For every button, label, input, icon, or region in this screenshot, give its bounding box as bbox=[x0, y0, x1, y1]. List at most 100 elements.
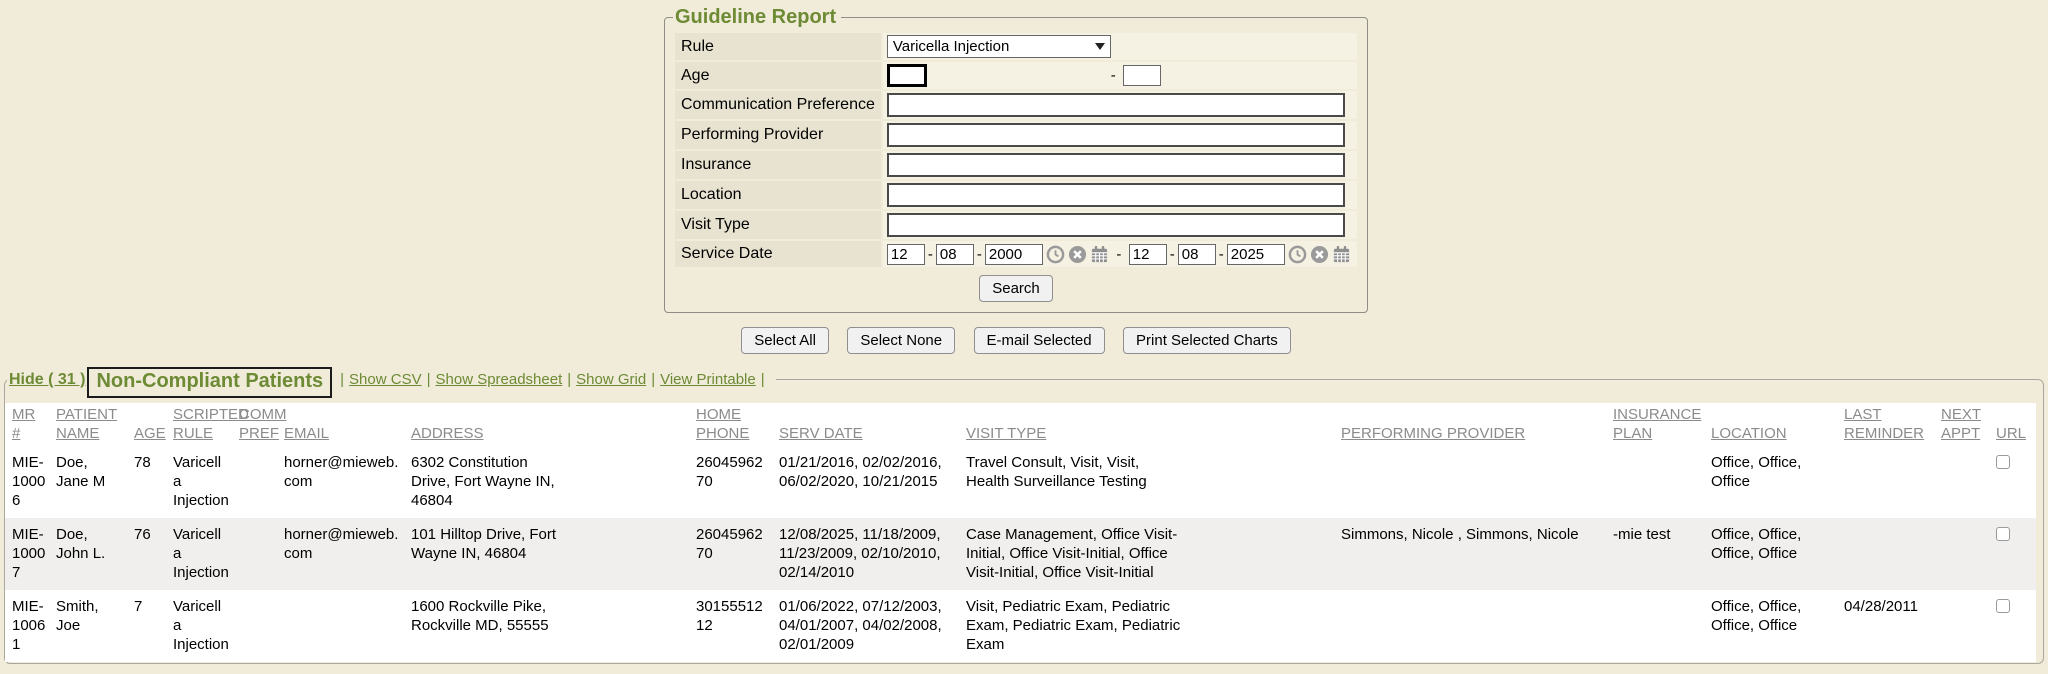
url-checkbox[interactable] bbox=[1996, 599, 2010, 613]
insurance-label: Insurance bbox=[675, 151, 881, 179]
cell-email: horner@mieweb.com bbox=[284, 525, 401, 563]
age-from-input[interactable] bbox=[887, 64, 927, 87]
col-header-name[interactable]: PATIENT NAME bbox=[56, 403, 134, 446]
cell-address: 1600 Rockville Pike, Rockville MD, 55555 bbox=[411, 597, 561, 635]
cell-mr: MIE-10006 bbox=[12, 453, 46, 510]
age-range-separator: - bbox=[1111, 67, 1116, 84]
guideline-report-section: Guideline Report Rule Varicella Injectio… bbox=[664, 6, 1368, 354]
service-date-to-year-input[interactable] bbox=[1227, 244, 1285, 265]
patients-table-body: MIE-10006 Doe, Jane M 78 Varicella Injectio… bbox=[5, 446, 2036, 662]
cell-visit_type: Travel Consult, Visit, Visit, Health Sur… bbox=[966, 453, 1181, 491]
visit-type-row: Visit Type bbox=[675, 211, 1357, 239]
communication-preference-row: Communication Preference bbox=[675, 91, 1357, 119]
service-date-from-month-input[interactable] bbox=[887, 244, 925, 265]
service-date-range-separator: - bbox=[1116, 246, 1121, 263]
cell-serv_date: 01/06/2022, 07/12/2003, 04/01/2007, 04/0… bbox=[779, 597, 956, 654]
patient-row-MIE-10061: MIE-10061Smith, Joe7Varicella Injection1… bbox=[5, 590, 2036, 662]
cell-visit_type: Case Management, Office Visit-Initial, O… bbox=[966, 525, 1181, 582]
col-header-rule[interactable]: SCRIPTED RULE bbox=[173, 403, 239, 446]
cell-age: 7 bbox=[134, 597, 163, 616]
col-header-mr[interactable]: MR # bbox=[5, 403, 56, 446]
cell-home_phone: 2604596270 bbox=[696, 525, 769, 563]
cell-visit_type: Visit, Pediatric Exam, Pediatric Exam, P… bbox=[966, 597, 1181, 654]
cell-serv_date: 01/21/2016, 02/02/2016, 06/02/2020, 10/2… bbox=[779, 453, 956, 491]
service-date-to-month-input[interactable] bbox=[1129, 244, 1167, 265]
col-header-location[interactable]: LOCATION bbox=[1711, 403, 1844, 446]
col-header-email[interactable]: EMAIL bbox=[284, 403, 411, 446]
show-csv-link[interactable]: Show CSV bbox=[349, 371, 422, 388]
cell-mr: MIE-10061 bbox=[12, 597, 46, 654]
patient-row-MIE-10006: MIE-10006Doe, Jane M78Varicella Injectio… bbox=[5, 446, 2036, 518]
cell-location: Office, Office, Office, Office bbox=[1711, 597, 1834, 635]
cell-age: 78 bbox=[134, 453, 163, 472]
service-date-from-day-input[interactable] bbox=[936, 244, 974, 265]
cell-mr: MIE-10007 bbox=[12, 525, 46, 582]
service-date-row: Service Date -- - -- bbox=[675, 241, 1357, 267]
cell-address: 101 Hilltop Drive, Fort Wayne IN, 46804 bbox=[411, 525, 561, 563]
service-date-from-group: -- bbox=[887, 246, 1113, 263]
service-date-from-year-input[interactable] bbox=[985, 244, 1043, 265]
age-to-input[interactable] bbox=[1123, 65, 1161, 86]
cell-location: Office, Office, Office, Office bbox=[1711, 525, 1834, 563]
rule-select[interactable]: Varicella Injection bbox=[887, 35, 1111, 58]
col-header-address[interactable]: ADDRESS bbox=[411, 403, 696, 446]
calendar-icon[interactable] bbox=[1090, 245, 1109, 264]
select-all-button[interactable]: Select All bbox=[741, 327, 829, 354]
cell-rule: Varicella Injection bbox=[173, 525, 229, 582]
calendar-icon[interactable] bbox=[1332, 245, 1351, 264]
cell-insurance_plan: -mie test bbox=[1613, 525, 1701, 544]
clock-icon[interactable] bbox=[1288, 245, 1307, 264]
patient-list-legend: Hide ( 31 )Non-Compliant Patients|Show C… bbox=[7, 364, 776, 395]
cell-home_phone: 3015551212 bbox=[696, 597, 769, 635]
select-none-button[interactable]: Select None bbox=[847, 327, 955, 354]
cell-name: Doe, John L. bbox=[56, 525, 124, 563]
col-header-url[interactable]: URL bbox=[1996, 403, 2036, 446]
performing-provider-label: Performing Provider bbox=[675, 121, 881, 149]
url-checkbox[interactable] bbox=[1996, 527, 2010, 541]
rule-label: Rule bbox=[675, 33, 881, 60]
col-header-last_reminder[interactable]: LAST REMINDER bbox=[1844, 403, 1941, 446]
view-printable-link[interactable]: View Printable bbox=[660, 371, 756, 388]
cell-home_phone: 2604596270 bbox=[696, 453, 769, 491]
location-row: Location bbox=[675, 181, 1357, 209]
col-header-performing_provider[interactable]: PERFORMING PROVIDER bbox=[1341, 403, 1613, 446]
cell-name: Doe, Jane M bbox=[56, 453, 124, 491]
email-selected-button[interactable]: E-mail Selected bbox=[974, 327, 1105, 354]
visit-type-input[interactable] bbox=[887, 213, 1345, 237]
hide-link[interactable]: Hide ( 31 ) bbox=[9, 371, 85, 388]
cell-performing_provider: Simmons, Nicole , Simmons, Nicole bbox=[1341, 525, 1603, 544]
show-grid-link[interactable]: Show Grid bbox=[576, 371, 646, 388]
location-input[interactable] bbox=[887, 183, 1345, 207]
cell-age: 76 bbox=[134, 525, 163, 544]
age-label: Age bbox=[675, 62, 881, 89]
url-checkbox[interactable] bbox=[1996, 455, 2010, 469]
search-button[interactable]: Search bbox=[979, 275, 1053, 302]
col-header-serv_date[interactable]: SERV DATE bbox=[779, 403, 966, 446]
communication-preference-label: Communication Preference bbox=[675, 91, 881, 119]
non-compliant-patients-fieldset: Hide ( 31 )Non-Compliant Patients|Show C… bbox=[4, 364, 2044, 664]
guideline-form-table: Rule Varicella Injection Age - bbox=[673, 31, 1359, 269]
performing-provider-row: Performing Provider bbox=[675, 121, 1357, 149]
action-buttons-row: Select All Select None E-mail Selected P… bbox=[664, 327, 1368, 354]
col-header-visit_type[interactable]: VISIT TYPE bbox=[966, 403, 1341, 446]
clear-icon[interactable] bbox=[1310, 245, 1329, 264]
clock-icon[interactable] bbox=[1046, 245, 1065, 264]
col-header-next_appt[interactable]: NEXT APPT bbox=[1941, 403, 1996, 446]
col-header-home_phone[interactable]: HOME PHONE bbox=[696, 403, 779, 446]
cell-location: Office, Office, Office bbox=[1711, 453, 1834, 491]
print-selected-charts-button[interactable]: Print Selected Charts bbox=[1123, 327, 1291, 354]
patient-list-title: Non-Compliant Patients bbox=[87, 367, 332, 398]
show-spreadsheet-link[interactable]: Show Spreadsheet bbox=[436, 371, 563, 388]
col-header-age[interactable]: AGE bbox=[134, 403, 173, 446]
col-header-insurance_plan[interactable]: INSURANCE PLAN bbox=[1613, 403, 1711, 446]
col-header-comm_pref[interactable]: COMM PREF bbox=[239, 403, 284, 446]
service-date-to-day-input[interactable] bbox=[1178, 244, 1216, 265]
insurance-input[interactable] bbox=[887, 153, 1345, 177]
communication-preference-input[interactable] bbox=[887, 93, 1345, 117]
cell-email: horner@mieweb.com bbox=[284, 453, 401, 491]
rule-row: Rule Varicella Injection bbox=[675, 33, 1357, 60]
performing-provider-input[interactable] bbox=[887, 123, 1345, 147]
clear-icon[interactable] bbox=[1068, 245, 1087, 264]
cell-last_reminder: 04/28/2011 bbox=[1844, 597, 1931, 616]
patient-row-MIE-10007: MIE-10007 Doe, John L. 76 Varicella Injecti… bbox=[5, 518, 2036, 590]
